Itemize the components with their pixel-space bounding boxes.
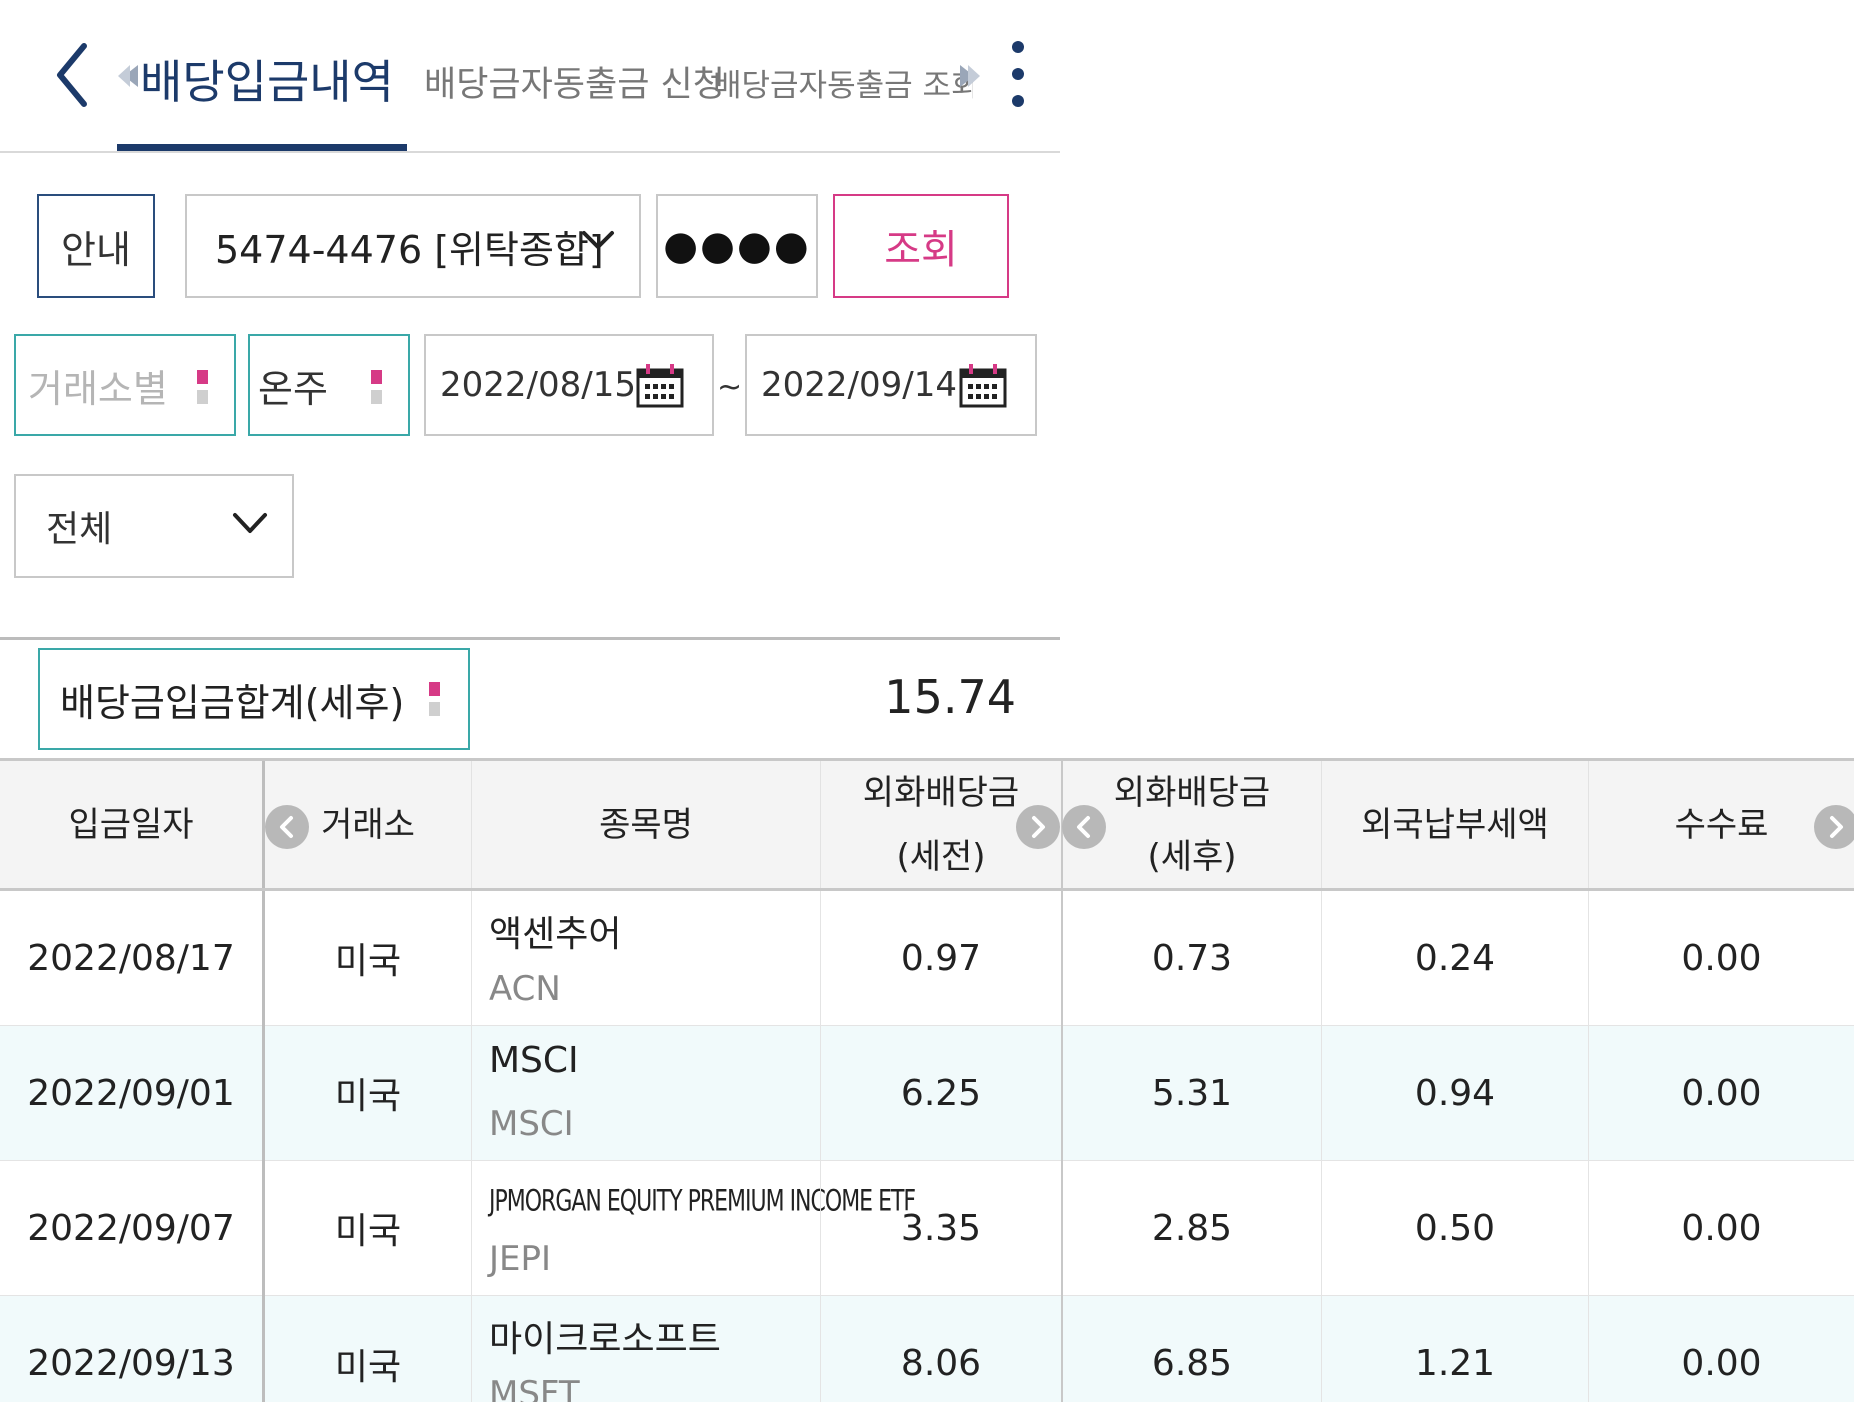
- exchange-filter[interactable]: 거래소별: [14, 334, 236, 436]
- stock-name: 마이크로소프트: [489, 1319, 721, 1360]
- cell-stock: JPMORGAN EQUITY PREMIUM INCOME ETF JEPI: [489, 1161, 916, 1295]
- table-row[interactable]: 2022/09/01 미국 MSCI MSCI 6.25 5.31 0.94 0…: [0, 1026, 1854, 1161]
- cell-gross-dividend: 8.06: [900, 1343, 982, 1384]
- column-scroll-right-icon[interactable]: [1814, 805, 1854, 849]
- column-scroll-right-icon[interactable]: [1016, 805, 1060, 849]
- cell-fee: 0.00: [1681, 1072, 1762, 1114]
- column-divider: [1321, 891, 1322, 1402]
- cell-stock: 액센추어 ACN: [489, 891, 819, 1025]
- cell-date: 2022/09/07: [27, 1207, 235, 1249]
- column-scroll-left-icon[interactable]: [1062, 805, 1106, 849]
- stock-name: 액센추어: [489, 914, 622, 955]
- dividend-total-label[interactable]: 배당금입금합계(세후): [38, 648, 470, 750]
- stock-ticker: MSCI: [489, 1104, 574, 1144]
- cell-net-dividend: 6.85: [1151, 1343, 1233, 1384]
- period-select[interactable]: 전체: [14, 474, 294, 578]
- search-button[interactable]: 조회: [833, 194, 1009, 298]
- calendar-icon[interactable]: [636, 364, 684, 408]
- header-deposit-date: 입금일자: [68, 804, 194, 845]
- table-row[interactable]: 2022/09/13 미국 마이크로소프트 MSFT 8.06 6.85 1.2…: [0, 1296, 1854, 1402]
- type-filter-value: 온주: [258, 366, 328, 411]
- help-button-label: 안내: [61, 227, 131, 272]
- column-scroll-left-icon[interactable]: [265, 805, 309, 849]
- chevron-down-icon: [233, 513, 267, 533]
- picker-indicator-icon: [429, 682, 440, 716]
- dividend-total-label-text: 배당금입금합계(세후): [60, 680, 405, 725]
- cell-net-dividend: 5.31: [1151, 1072, 1233, 1114]
- cell-exchange: 미국: [334, 1211, 402, 1252]
- tab-scroll-right-icon[interactable]: [958, 63, 980, 89]
- table-header: 입금일자 거래소 종목명 외화배당금 (세전) 외화배당금 (세후) 외국납부세…: [0, 758, 1854, 891]
- cell-date: 2022/09/13: [27, 1343, 235, 1384]
- help-button[interactable]: 안내: [37, 194, 155, 298]
- date-to-field[interactable]: 2022/09/14: [745, 334, 1037, 436]
- stock-ticker: ACN: [489, 969, 561, 1009]
- chevron-down-icon: [582, 231, 614, 249]
- column-divider: [820, 891, 821, 1402]
- cell-fee: 0.00: [1681, 1343, 1762, 1384]
- cell-fee: 0.00: [1681, 937, 1762, 979]
- cell-foreign-tax: 0.94: [1414, 1072, 1496, 1114]
- back-chevron-icon[interactable]: [52, 40, 92, 110]
- frozen-column-divider: [262, 891, 265, 1402]
- type-filter[interactable]: 온주: [248, 334, 410, 436]
- cell-foreign-tax: 0.24: [1414, 937, 1496, 979]
- stock-name: MSCI: [489, 1040, 579, 1081]
- picker-indicator-icon: [197, 370, 208, 404]
- date-from-field[interactable]: 2022/08/15: [424, 334, 714, 436]
- password-mask: ●●●●: [663, 223, 811, 269]
- cell-gross-dividend: 3.35: [900, 1207, 982, 1249]
- column-divider: [1061, 891, 1063, 1402]
- cell-stock: MSCI MSCI: [489, 1026, 819, 1160]
- header-divider: [0, 151, 1060, 153]
- table-row[interactable]: 2022/08/17 미국 액센추어 ACN 0.97 0.73 0.24 0.…: [0, 891, 1854, 1026]
- cell-net-dividend: 0.73: [1151, 937, 1233, 979]
- password-field[interactable]: ●●●●: [656, 194, 818, 298]
- cell-date: 2022/09/01: [27, 1072, 235, 1114]
- cell-fee: 0.00: [1681, 1207, 1762, 1249]
- stock-ticker: JEPI: [489, 1239, 552, 1279]
- column-divider: [1588, 891, 1589, 1402]
- tab-auto-withdraw-inquiry[interactable]: 배당금자동출금 조회/해지: [713, 60, 973, 105]
- table-row[interactable]: 2022/09/07 미국 JPMORGAN EQUITY PREMIUM IN…: [0, 1161, 1854, 1296]
- cell-gross-dividend: 0.97: [900, 937, 982, 979]
- stock-ticker: MSFT: [489, 1374, 580, 1402]
- section-divider: [0, 637, 1060, 640]
- exchange-filter-placeholder: 거래소별: [28, 366, 168, 411]
- tab-dividend-history[interactable]: 배당입금내역: [140, 46, 394, 112]
- header-stock-name: 종목명: [599, 804, 693, 845]
- tab-scroll-left-icon[interactable]: [118, 63, 140, 89]
- date-range-separator: ~: [717, 370, 743, 405]
- header-foreign-tax: 외국납부세액: [1361, 804, 1549, 845]
- cell-exchange: 미국: [334, 1076, 402, 1117]
- date-from-value: 2022/08/15: [440, 365, 636, 405]
- cell-stock: 마이크로소프트 MSFT: [489, 1296, 819, 1402]
- cell-exchange: 미국: [334, 1346, 402, 1388]
- cell-foreign-tax: 0.50: [1414, 1207, 1496, 1249]
- cell-exchange: 미국: [334, 941, 402, 982]
- period-select-value: 전체: [46, 509, 113, 550]
- calendar-icon[interactable]: [959, 364, 1007, 408]
- picker-indicator-icon: [371, 370, 382, 404]
- cell-net-dividend: 2.85: [1151, 1207, 1233, 1249]
- column-divider: [471, 891, 472, 1402]
- account-value: 5474-4476 [위탁종합]: [215, 227, 604, 272]
- cell-date: 2022/08/17: [27, 937, 235, 979]
- account-select[interactable]: 5474-4476 [위탁종합]: [185, 194, 641, 298]
- date-to-value: 2022/09/14: [761, 365, 957, 405]
- search-button-label: 조회: [884, 227, 958, 273]
- cell-gross-dividend: 6.25: [900, 1072, 982, 1114]
- more-vertical-icon[interactable]: [1008, 38, 1028, 110]
- tab-auto-withdraw-apply[interactable]: 배당금자동출금 신청: [424, 56, 725, 107]
- cell-foreign-tax: 1.21: [1414, 1343, 1496, 1384]
- dividend-total-value: 15.74: [884, 670, 1016, 724]
